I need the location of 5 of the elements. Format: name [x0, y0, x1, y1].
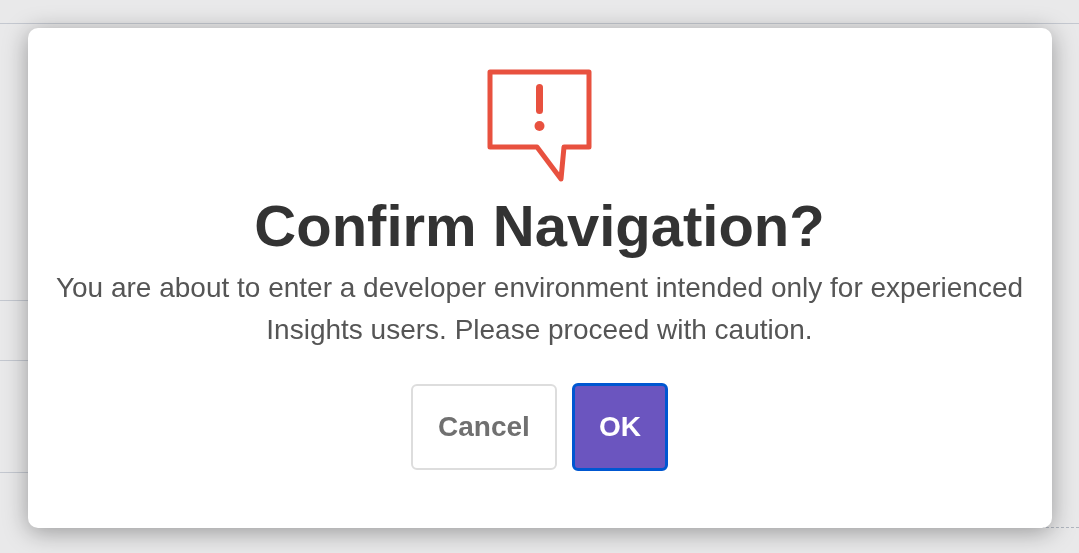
- cancel-button[interactable]: Cancel: [411, 384, 557, 470]
- ok-button[interactable]: OK: [571, 383, 668, 471]
- dialog-message: You are about to enter a developer environment intended only for experienced Insights users. Please proceed with caution.: [54, 271, 1025, 347]
- dialog-title: Confirm Navigation?: [254, 192, 825, 260]
- warning-speech-bubble-icon: [486, 69, 593, 183]
